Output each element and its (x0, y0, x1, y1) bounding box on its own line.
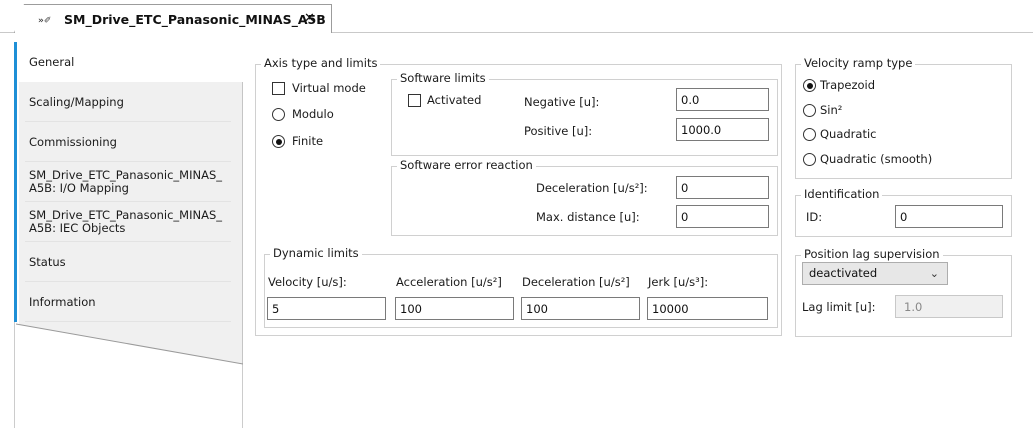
nav-item-label: SM_Drive_ETC_Panasonic_MINAS_ A5B: I/O M… (29, 168, 222, 195)
nav-item-label: Information (29, 294, 96, 309)
close-icon[interactable]: ✕ (304, 11, 315, 26)
nav-item-scaling-mapping[interactable]: Scaling/Mapping (14, 82, 243, 122)
error-deceleration-label: Deceleration [u/s²]: (536, 181, 648, 195)
nav-item-label: Status (29, 254, 66, 269)
quadratic-label: Quadratic (820, 127, 877, 141)
axis-edit-icon: »✐ (38, 16, 52, 26)
axis-type-group-title: Axis type and limits (261, 56, 381, 70)
nav-item-label: Scaling/Mapping (29, 94, 124, 109)
velocity-input[interactable] (267, 297, 386, 320)
trapezoid-radio[interactable] (803, 79, 816, 92)
lag-limit-label: Lag limit [u]: (802, 300, 876, 314)
software-limits-title: Software limits (397, 71, 489, 85)
positive-limit-label: Positive [u]: (524, 124, 593, 138)
chevron-down-icon: ⌄ (929, 267, 939, 280)
quadratic-radio[interactable] (803, 128, 816, 141)
nav-item-iec-objects[interactable]: SM_Drive_ETC_Panasonic_MINAS_ A5B: IEC O… (14, 202, 243, 242)
nav-item-label: Commissioning (29, 134, 117, 149)
software-error-title: Software error reaction (397, 158, 536, 172)
lag-supervision-select[interactable]: deactivated ⌄ (802, 262, 948, 285)
finite-radio[interactable] (272, 135, 285, 148)
deceleration-input[interactable] (521, 297, 640, 320)
sin2-label: Sin² (820, 103, 843, 117)
identification-title: Identification (801, 187, 883, 201)
finite-label: Finite (292, 134, 324, 148)
nav-item-label: General (29, 54, 75, 69)
software-limits-activated-label: Activated (427, 93, 482, 107)
modulo-label: Modulo (292, 107, 334, 121)
negative-limit-input[interactable] (676, 88, 769, 111)
negative-limit-label: Negative [u]: (524, 95, 600, 109)
lag-limit-input[interactable] (895, 295, 1003, 318)
jerk-input[interactable] (647, 297, 768, 320)
quadratic-smooth-radio[interactable] (803, 153, 816, 166)
deceleration-label: Deceleration [u/s²] (522, 275, 630, 289)
editor-navigation: General Scaling/Mapping Commissioning SM… (14, 42, 243, 428)
virtual-mode-checkbox[interactable] (272, 82, 285, 95)
nav-separator (25, 321, 231, 322)
document-tab-title: SM_Drive_ETC_Panasonic_MINAS_A5B (64, 12, 326, 27)
software-limits-activated-checkbox[interactable] (408, 94, 421, 107)
modulo-radio[interactable] (272, 108, 285, 121)
nav-item-label: SM_Drive_ETC_Panasonic_MINAS_ A5B: IEC O… (29, 208, 222, 235)
velocity-ramp-title: Velocity ramp type (801, 56, 916, 70)
document-tab-strip: »✐ SM_Drive_ETC_Panasonic_MINAS_A5B ✕ (0, 0, 1033, 33)
max-distance-label: Max. distance [u]: (536, 210, 640, 224)
position-lag-title: Position lag supervision (801, 247, 943, 261)
virtual-mode-label: Virtual mode (292, 81, 366, 95)
dynamic-limits-title: Dynamic limits (270, 246, 362, 260)
velocity-label: Velocity [u/s]: (268, 275, 347, 289)
acceleration-label: Acceleration [u/s²] (396, 275, 502, 289)
nav-item-commissioning[interactable]: Commissioning (14, 122, 243, 162)
nav-item-general[interactable]: General (14, 42, 243, 82)
nav-item-io-mapping[interactable]: SM_Drive_ETC_Panasonic_MINAS_ A5B: I/O M… (14, 162, 243, 202)
sin2-radio[interactable] (803, 104, 816, 117)
id-input[interactable] (895, 205, 1003, 228)
id-label: ID: (806, 210, 823, 224)
jerk-label: Jerk [u/s³]: (648, 275, 709, 289)
nav-item-information[interactable]: Information (14, 282, 243, 322)
acceleration-input[interactable] (395, 297, 514, 320)
error-deceleration-input[interactable] (676, 176, 769, 199)
quadratic-smooth-label: Quadratic (smooth) (820, 152, 933, 166)
nav-item-status[interactable]: Status (14, 242, 243, 282)
lag-supervision-value: deactivated (809, 266, 878, 280)
trapezoid-label: Trapezoid (820, 78, 876, 92)
max-distance-input[interactable] (676, 205, 769, 228)
positive-limit-input[interactable] (676, 118, 769, 141)
